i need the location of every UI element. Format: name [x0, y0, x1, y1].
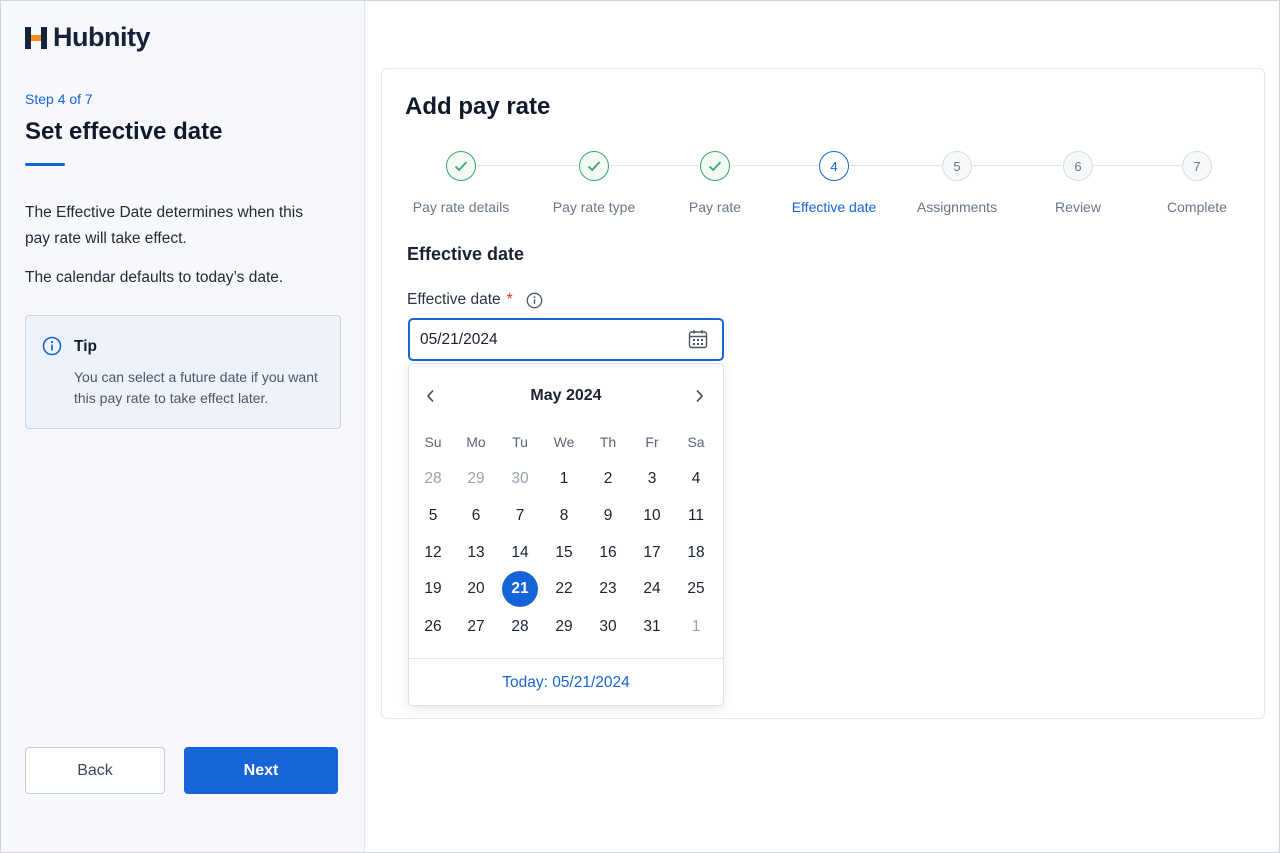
step-label: Review: [1055, 199, 1101, 215]
check-icon: [700, 151, 730, 181]
tip-body: You can select a future date if you want…: [74, 369, 318, 406]
calendar-day[interactable]: 20: [458, 571, 494, 607]
title-accent-bar: [25, 163, 65, 166]
calendar-day[interactable]: 28: [415, 461, 451, 497]
calendar-day[interactable]: 25: [678, 571, 714, 607]
calendar-day[interactable]: 2: [590, 461, 626, 497]
calendar-day[interactable]: 9: [590, 498, 626, 534]
step-label: Effective date: [791, 199, 877, 215]
sidebar-title: Set effective date: [25, 118, 223, 145]
effective-date-label: Effective date *: [407, 291, 543, 309]
add-pay-rate-card: Add pay rate Pay rate details Pay rate ty…: [381, 68, 1265, 719]
calendar-day[interactable]: 22: [546, 571, 582, 607]
step-label: Pay rate type: [552, 199, 636, 215]
weekday-header: Su: [424, 434, 442, 450]
step-4: 4 Effective date: [774, 151, 894, 215]
step-1: Pay rate details: [401, 151, 521, 215]
sidebar-description: The Effective Date determines when this …: [25, 204, 303, 247]
hubnity-logo-icon: [25, 26, 47, 49]
calendar-day[interactable]: 16: [590, 535, 626, 571]
calendar-day[interactable]: 5: [415, 498, 451, 534]
next-month-button[interactable]: [687, 384, 711, 408]
step-indicator: Step 4 of 7: [25, 91, 93, 107]
back-button[interactable]: Back: [25, 747, 165, 794]
calendar-day[interactable]: 3: [634, 461, 670, 497]
weekday-header: Sa: [687, 434, 705, 450]
step-label: Pay rate: [688, 199, 742, 215]
calendar-day[interactable]: 1: [546, 461, 582, 497]
today-button[interactable]: Today: 05/21/2024: [409, 674, 723, 692]
calendar-day[interactable]: 28: [502, 609, 538, 645]
calendar-day[interactable]: 10: [634, 498, 670, 534]
calendar-day[interactable]: 18: [678, 535, 714, 571]
next-button[interactable]: Next: [184, 747, 338, 794]
calendar-day[interactable]: 29: [458, 461, 494, 497]
required-marker: *: [506, 291, 513, 308]
calendar-day[interactable]: 12: [415, 535, 451, 571]
step-number: 6: [1063, 151, 1093, 181]
page-title: Add pay rate: [405, 93, 551, 120]
step-number: 4: [819, 151, 849, 181]
calendar-day[interactable]: 19: [415, 571, 451, 607]
weekday-header: We: [553, 434, 575, 450]
calendar-day-selected[interactable]: 21: [502, 571, 538, 607]
calendar-day[interactable]: 4: [678, 461, 714, 497]
calendar-day[interactable]: 7: [502, 498, 538, 534]
tip-title: Tip: [74, 338, 97, 355]
step-6: 6 Review: [1018, 151, 1138, 215]
calendar-day[interactable]: 30: [502, 461, 538, 497]
calendar-day[interactable]: 1: [678, 609, 714, 645]
weekday-header: Mo: [466, 434, 486, 450]
weekday-header: Fr: [645, 434, 659, 450]
check-icon: [446, 151, 476, 181]
brand-name: Hubnity: [53, 22, 151, 52]
weekday-header: Tu: [512, 434, 528, 450]
calendar-day[interactable]: 30: [590, 609, 626, 645]
calendar-divider: [409, 658, 723, 659]
calendar-day[interactable]: 14: [502, 535, 538, 571]
date-input-value: 05/21/2024: [420, 330, 498, 348]
calendar-day[interactable]: 13: [458, 535, 494, 571]
step-number: 5: [942, 151, 972, 181]
field-label-text: Effective date: [407, 291, 501, 308]
calendar-day[interactable]: 23: [590, 571, 626, 607]
sidebar-default-note: The calendar defaults to today’s date.: [25, 269, 284, 286]
calendar-day[interactable]: 26: [415, 609, 451, 645]
info-icon[interactable]: [526, 292, 543, 309]
step-number: 7: [1182, 151, 1212, 181]
effective-date-input[interactable]: 05/21/2024: [408, 318, 724, 361]
calendar-day[interactable]: 29: [546, 609, 582, 645]
tip-box: Tip You can select a future date if you …: [25, 315, 341, 429]
step-5: 5 Assignments: [897, 151, 1017, 215]
sidebar: Hubnity Step 4 of 7 Set effective date T…: [0, 0, 365, 853]
calendar-day[interactable]: 31: [634, 609, 670, 645]
calendar-day[interactable]: 17: [634, 535, 670, 571]
step-3: Pay rate: [655, 151, 775, 215]
calendar-day[interactable]: 15: [546, 535, 582, 571]
calendar-day[interactable]: 8: [546, 498, 582, 534]
calendar-day[interactable]: 27: [458, 609, 494, 645]
step-label: Assignments: [916, 199, 998, 215]
calendar-month-label: May 2024: [530, 387, 602, 404]
chevron-right-icon: [696, 389, 704, 403]
calendar-day[interactable]: 6: [458, 498, 494, 534]
step-label: Pay rate details: [412, 199, 510, 215]
step-label: Complete: [1167, 199, 1227, 215]
calendar-icon[interactable]: [688, 329, 708, 354]
info-icon: [42, 336, 62, 361]
calendar-day[interactable]: 24: [634, 571, 670, 607]
weekday-header: Th: [599, 434, 617, 450]
date-picker-popup: May 2024 Today: 05/21/2024 Su Mo Tu We Th Fr S…: [408, 363, 724, 706]
section-title: Effective date: [407, 244, 525, 264]
check-icon: [579, 151, 609, 181]
brand-logo: Hubnity: [25, 22, 151, 52]
calendar-day[interactable]: 11: [678, 498, 714, 534]
step-7: 7 Complete: [1137, 151, 1257, 215]
step-2: Pay rate type: [534, 151, 654, 215]
